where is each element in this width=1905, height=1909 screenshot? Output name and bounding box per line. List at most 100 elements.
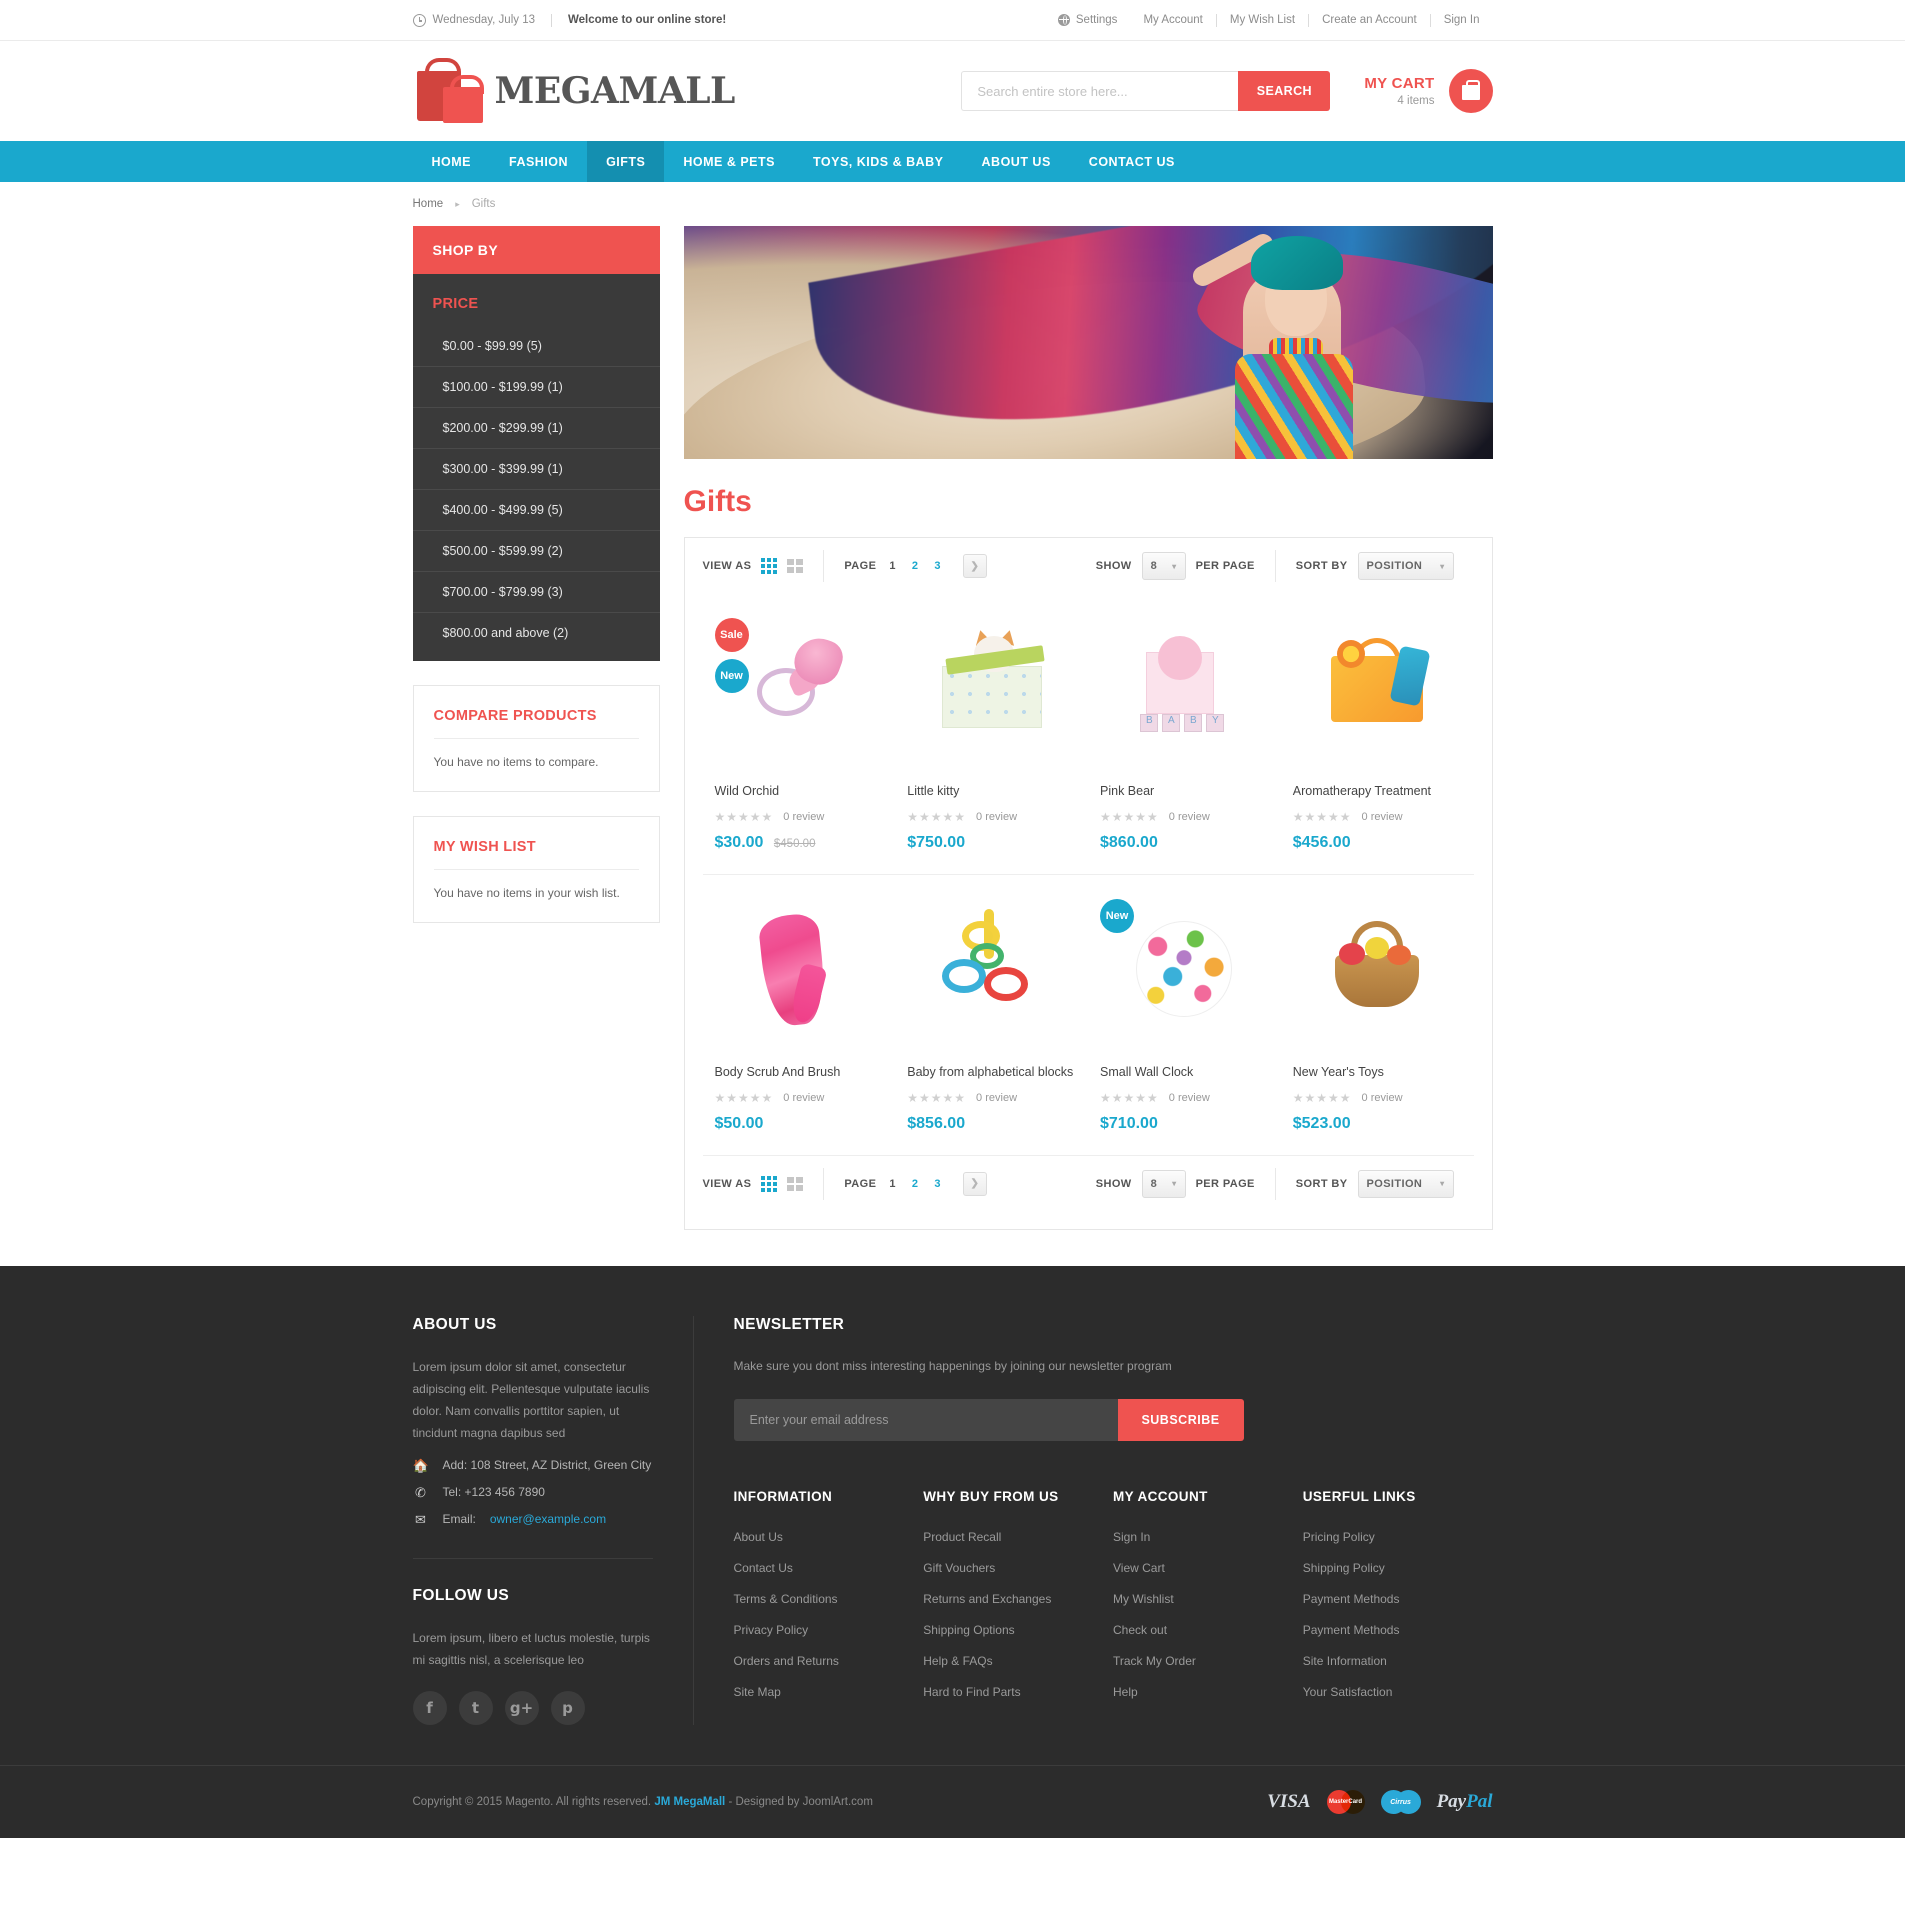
price-filter-item[interactable]: $400.00 - $499.99 (5) [412, 489, 660, 530]
product-card[interactable]: Aromatherapy Treatment ★★★★★ 0 review $4… [1281, 594, 1474, 874]
per-page-select[interactable]: 8 ▾ [1141, 1169, 1186, 1198]
review-count[interactable]: 0 review [783, 1092, 824, 1104]
footer-link[interactable]: Hard to Find Parts [923, 1685, 1113, 1699]
pinterest-icon[interactable]: p [550, 1691, 585, 1725]
product-card[interactable]: Body Scrub And Brush ★★★★★ 0 review $50.… [702, 874, 896, 1155]
sign-in-link[interactable]: Sign In [1431, 14, 1493, 26]
footer-link[interactable]: My Wishlist [1113, 1592, 1303, 1606]
price-filter-item[interactable]: $800.00 and above (2) [412, 612, 660, 653]
nav-item-gifts[interactable]: GIFTS [587, 141, 665, 182]
next-page-button[interactable]: ❯ [962, 1171, 987, 1196]
footer-link[interactable]: Site Map [734, 1685, 924, 1699]
product-image[interactable]: Sale New [714, 612, 884, 762]
footer-link[interactable]: Payment Methods [1303, 1592, 1493, 1606]
footer-link[interactable]: Gift Vouchers [923, 1561, 1113, 1575]
footer-link[interactable]: About Us [734, 1530, 924, 1544]
breadcrumb-home[interactable]: Home [413, 198, 444, 210]
product-image[interactable] [1293, 612, 1462, 762]
list-view-icon[interactable] [787, 559, 804, 573]
product-image[interactable] [1293, 893, 1462, 1043]
per-page-select[interactable]: 8 ▾ [1141, 552, 1186, 580]
product-image[interactable]: BABY [1100, 612, 1269, 762]
footer-link[interactable]: View Cart [1113, 1561, 1303, 1575]
product-image[interactable] [907, 893, 1076, 1043]
subscribe-button[interactable]: SUBSCRIBE [1117, 1399, 1244, 1441]
product-name[interactable]: Pink Bear [1100, 784, 1269, 798]
footer-link[interactable]: Shipping Policy [1303, 1561, 1493, 1575]
footer-link[interactable]: Help [1113, 1685, 1303, 1699]
next-page-button[interactable]: ❯ [962, 554, 987, 578]
twitter-icon[interactable]: t [458, 1691, 493, 1725]
review-count[interactable]: 0 review [1362, 1092, 1403, 1104]
product-name[interactable]: Wild Orchid [715, 784, 884, 798]
cart-icon[interactable] [1448, 69, 1493, 113]
footer-link[interactable]: Orders and Returns [734, 1654, 924, 1668]
logo[interactable]: MEGAMALL [413, 57, 735, 125]
nav-item-contact-us[interactable]: CONTACT US [1070, 141, 1194, 182]
footer-link[interactable]: Check out [1113, 1623, 1303, 1637]
product-image[interactable] [907, 612, 1076, 762]
page-number-1[interactable]: 1 [889, 560, 896, 572]
my-account-link[interactable]: My Account [1130, 14, 1215, 26]
page-number-1[interactable]: 1 [889, 1178, 896, 1190]
review-count[interactable]: 0 review [976, 1092, 1017, 1104]
footer-link[interactable]: Site Information [1303, 1654, 1493, 1668]
footer-link[interactable]: Your Satisfaction [1303, 1685, 1493, 1699]
product-card[interactable]: BABY Pink Bear ★★★★★ 0 review $860.00 [1088, 594, 1281, 874]
nav-item-fashion[interactable]: FASHION [490, 141, 587, 182]
nav-item-about-us[interactable]: ABOUT US [963, 141, 1070, 182]
nav-item-home-pets[interactable]: HOME & PETS [664, 141, 794, 182]
footer-link[interactable]: Track My Order [1113, 1654, 1303, 1668]
product-name[interactable]: Small Wall Clock [1100, 1065, 1269, 1079]
grid-view-icon[interactable] [761, 558, 778, 574]
footer-link[interactable]: Sign In [1113, 1530, 1303, 1544]
footer-link[interactable]: Pricing Policy [1303, 1530, 1493, 1544]
grid-view-icon[interactable] [761, 1175, 778, 1192]
sort-by-select[interactable]: POSITION ▾ [1357, 1169, 1454, 1198]
product-card[interactable]: Baby from alphabetical blocks ★★★★★ 0 re… [895, 874, 1088, 1155]
mini-cart[interactable]: MY CART 4 items [1364, 69, 1493, 113]
footer-link[interactable]: Payment Methods [1303, 1623, 1493, 1637]
footer-link[interactable]: Help & FAQs [923, 1654, 1113, 1668]
review-count[interactable]: 0 review [1362, 811, 1403, 823]
product-image[interactable]: New [1100, 893, 1269, 1043]
footer-link[interactable]: Returns and Exchanges [923, 1592, 1113, 1606]
product-image[interactable] [715, 893, 884, 1043]
page-number-2[interactable]: 2 [912, 1178, 919, 1190]
jm-megamall-link[interactable]: JM MegaMall [654, 1796, 725, 1808]
price-filter-item[interactable]: $700.00 - $799.99 (3) [412, 571, 660, 612]
price-filter-item[interactable]: $200.00 - $299.99 (1) [412, 407, 660, 448]
review-count[interactable]: 0 review [976, 811, 1017, 823]
review-count[interactable]: 0 review [1169, 1092, 1210, 1104]
footer-link[interactable]: Contact Us [734, 1561, 924, 1575]
page-number-3[interactable]: 3 [934, 1178, 941, 1190]
page-number-3[interactable]: 3 [934, 560, 941, 572]
review-count[interactable]: 0 review [1169, 811, 1210, 823]
product-name[interactable]: Baby from alphabetical blocks [907, 1065, 1076, 1079]
footer-link[interactable]: Privacy Policy [734, 1623, 924, 1637]
email-link[interactable]: owner@example.com [490, 1512, 606, 1526]
product-card[interactable]: New Small Wall Clock ★★★★★ 0 review $710… [1088, 874, 1281, 1155]
facebook-icon[interactable]: f [412, 1691, 447, 1725]
price-filter-item[interactable]: $100.00 - $199.99 (1) [412, 366, 660, 407]
nav-item-home[interactable]: HOME [413, 141, 491, 182]
product-card[interactable]: New Year's Toys ★★★★★ 0 review $523.00 [1280, 874, 1474, 1155]
create-account-link[interactable]: Create an Account [1309, 14, 1430, 26]
sort-by-select[interactable]: POSITION ▾ [1357, 552, 1454, 580]
search-button[interactable]: SEARCH [1238, 71, 1331, 111]
google-plus-icon[interactable]: g+ [504, 1691, 539, 1725]
product-name[interactable]: Body Scrub And Brush [715, 1065, 884, 1079]
footer-link[interactable]: Product Recall [923, 1530, 1113, 1544]
my-wish-list-link[interactable]: My Wish List [1217, 14, 1308, 26]
settings-link[interactable]: Settings [1045, 14, 1131, 26]
product-name[interactable]: Aromatherapy Treatment [1293, 784, 1462, 798]
list-view-icon[interactable] [787, 1176, 804, 1191]
price-filter-item[interactable]: $0.00 - $99.99 (5) [413, 326, 660, 366]
search-input[interactable] [961, 71, 1239, 111]
newsletter-email-input[interactable] [733, 1399, 1118, 1441]
product-name[interactable]: Little kitty [907, 784, 1076, 798]
product-card[interactable]: Little kitty ★★★★★ 0 review $750.00 [895, 594, 1088, 874]
product-name[interactable]: New Year's Toys [1293, 1065, 1462, 1079]
page-number-2[interactable]: 2 [912, 560, 919, 572]
price-filter-item[interactable]: $300.00 - $399.99 (1) [412, 448, 660, 489]
